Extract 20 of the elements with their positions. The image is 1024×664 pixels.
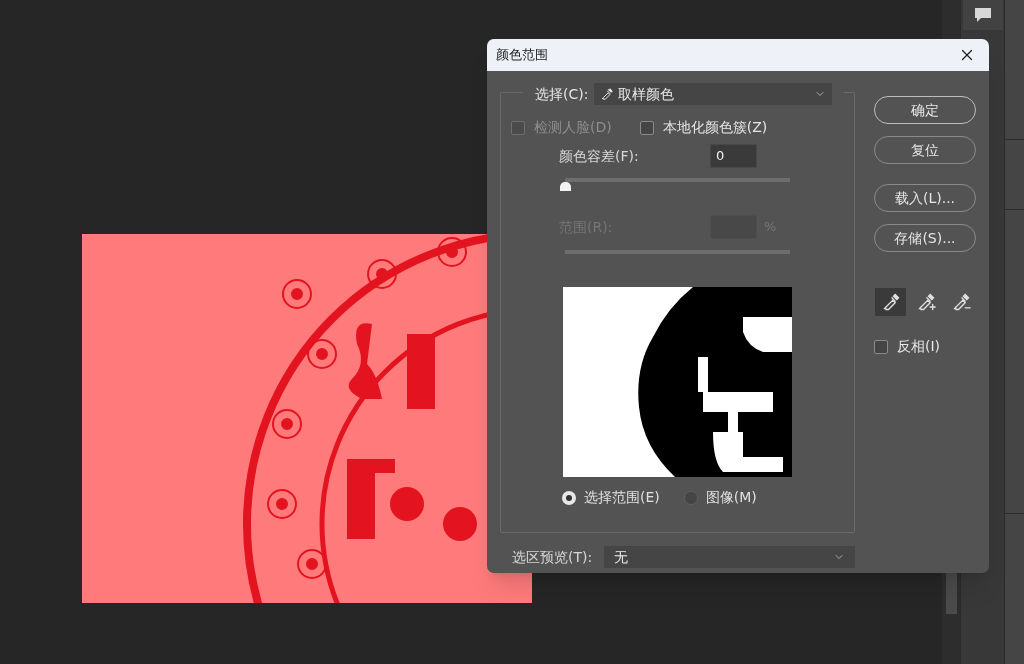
radio-label: 图像(M) [705,488,757,507]
fuzziness-input[interactable]: 0 [710,144,757,168]
checkbox[interactable] [639,120,654,135]
checkbox-label: 本地化颜色簇(Z) [662,118,768,137]
selection-preview-label: 选区预览(T): [512,547,594,567]
eyedropper-icon [600,87,615,101]
invert-label: 反相(I) [897,337,941,356]
dialog-title: 颜色范围 [496,46,548,65]
slider-thumb[interactable] [560,182,571,191]
fuzziness-label: 颜色容差(F): [559,146,640,166]
select-dropdown[interactable]: 取样颜色 [594,83,832,105]
radio-button[interactable] [562,490,576,505]
comment-icon[interactable] [962,0,1003,30]
radio-label: 选择范围(E) [584,488,660,507]
percent-unit: % [764,218,777,237]
eyedropper-tool-button[interactable] [875,288,906,316]
checkbox[interactable] [874,339,888,354]
selection-preview-dropdown[interactable]: 无 [604,546,855,568]
checkbox-label: 检测人脸(D) [534,118,612,137]
select-label: 选择(C): [535,84,589,104]
